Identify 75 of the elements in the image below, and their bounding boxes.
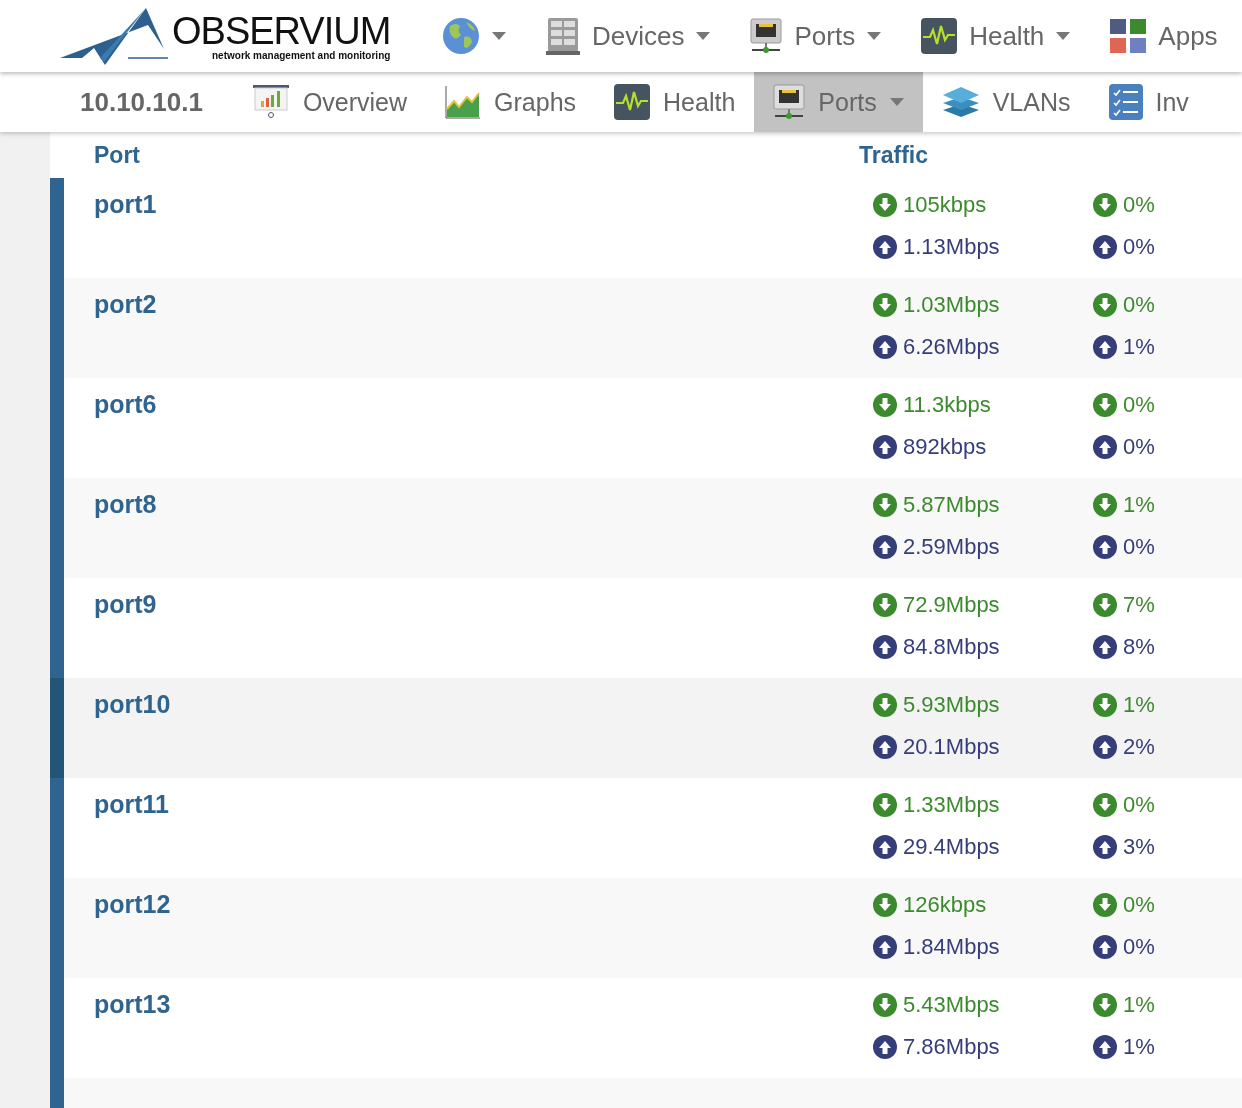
outbound-rate: 29.4Mbps bbox=[873, 834, 1093, 860]
globe-icon bbox=[442, 17, 480, 55]
device-tab[interactable]: Ports bbox=[754, 72, 923, 132]
inbound-percent: 1% bbox=[1093, 492, 1213, 518]
column-header: Traffic bbox=[859, 141, 929, 169]
inbound-rate: 11.3kbps bbox=[873, 392, 1093, 418]
inbound-rate: 5.43Mbps bbox=[873, 992, 1093, 1018]
inbound-percent: 0% bbox=[1093, 892, 1213, 918]
device-tab[interactable]: Inv bbox=[1089, 72, 1208, 132]
presentation-chart-icon bbox=[251, 85, 290, 119]
inbound-rate: 1.03Mbps bbox=[873, 292, 1093, 318]
port-link[interactable]: port2 bbox=[94, 290, 157, 318]
layers-icon bbox=[941, 86, 980, 118]
inbound-percent: 0% bbox=[1093, 192, 1213, 218]
logo-wordmark: OBSERVIUM bbox=[172, 12, 391, 50]
port-row[interactable]: port12 126kbps 0% 1.84Mbps 0% bbox=[50, 878, 1242, 978]
port-link[interactable]: port10 bbox=[94, 690, 171, 718]
checklist-icon bbox=[1108, 84, 1143, 120]
outbound-percent: 1% bbox=[1093, 334, 1213, 360]
nav-menu-item[interactable]: Apps bbox=[1090, 19, 1238, 53]
device-tab[interactable]: VLANs bbox=[922, 72, 1090, 132]
tiles-icon bbox=[1110, 19, 1147, 53]
port-link[interactable]: port1 bbox=[94, 190, 157, 218]
outbound-percent: 0% bbox=[1093, 534, 1213, 560]
inbound-percent: 0% bbox=[1093, 292, 1213, 318]
port-link[interactable]: port6 bbox=[94, 390, 157, 418]
inbound-percent: 7% bbox=[1093, 592, 1213, 618]
nav-menu-item[interactable]: Ports bbox=[730, 18, 902, 54]
port-link[interactable]: port11 bbox=[94, 790, 170, 818]
outbound-rate: 892kbps bbox=[873, 434, 1093, 460]
port-link[interactable]: port9 bbox=[94, 590, 157, 618]
outbound-percent: 0% bbox=[1093, 234, 1213, 260]
inbound-percent: 1% bbox=[1093, 692, 1213, 718]
inbound-rate: 105kbps bbox=[873, 192, 1093, 218]
outbound-percent: 1% bbox=[1093, 1034, 1213, 1060]
port-row[interactable]: port2 1.03Mbps 0% 6.26Mbps 1% bbox=[50, 278, 1242, 378]
outbound-percent: 0% bbox=[1093, 434, 1213, 460]
column-header: Port bbox=[93, 141, 141, 169]
outbound-rate: 1.84Mbps bbox=[873, 934, 1093, 960]
device-tab[interactable]: Graphs bbox=[426, 72, 596, 132]
logo-tagline: network management and monitoring bbox=[212, 50, 391, 61]
port-link[interactable]: port13 bbox=[94, 990, 171, 1018]
inbound-percent: 1% bbox=[1093, 992, 1213, 1018]
outbound-percent: 2% bbox=[1093, 734, 1213, 760]
device-name[interactable]: 10.10.10.1 bbox=[0, 72, 233, 132]
inbound-percent: 0% bbox=[1093, 792, 1213, 818]
outbound-rate: 84.8Mbps bbox=[873, 634, 1093, 660]
outbound-rate: 20.1Mbps bbox=[873, 734, 1093, 760]
inbound-rate: 1.33Mbps bbox=[873, 792, 1093, 818]
port-row[interactable]: port8 5.87Mbps 1% 2.59Mbps 0% bbox=[50, 478, 1242, 578]
nav-menu-item[interactable]: Devices bbox=[526, 17, 731, 55]
port-link[interactable]: port12 bbox=[94, 890, 171, 918]
server-rack-icon bbox=[546, 17, 580, 55]
inbound-rate: 72.9Mbps bbox=[873, 592, 1093, 618]
area-chart-icon bbox=[445, 85, 482, 119]
device-tab[interactable]: Overview bbox=[232, 72, 427, 132]
network-port-icon bbox=[750, 18, 783, 54]
outbound-rate: 2.59Mbps bbox=[873, 534, 1093, 560]
outbound-percent: 8% bbox=[1093, 634, 1213, 660]
outbound-percent: 0% bbox=[1093, 934, 1213, 960]
port-row[interactable]: port10 5.93Mbps 1% 20.1Mbps 2% bbox=[50, 678, 1242, 778]
device-tab[interactable]: Health bbox=[595, 72, 755, 132]
network-port-icon bbox=[773, 84, 806, 120]
heartbeat-icon bbox=[921, 18, 958, 54]
inbound-rate: 5.87Mbps bbox=[873, 492, 1093, 518]
nav-menu-item[interactable]: Health bbox=[901, 18, 1091, 54]
heartbeat-icon bbox=[614, 84, 651, 120]
outbound-rate: 7.86Mbps bbox=[873, 1034, 1093, 1060]
inbound-rate: 126kbps bbox=[873, 892, 1093, 918]
outbound-rate: 6.26Mbps bbox=[873, 334, 1093, 360]
outbound-rate: 1.13Mbps bbox=[873, 234, 1093, 260]
inbound-rate: 5.93Mbps bbox=[873, 692, 1093, 718]
inbound-percent: 0% bbox=[1093, 392, 1213, 418]
port-link[interactable]: port8 bbox=[94, 490, 157, 518]
outbound-percent: 3% bbox=[1093, 834, 1213, 860]
